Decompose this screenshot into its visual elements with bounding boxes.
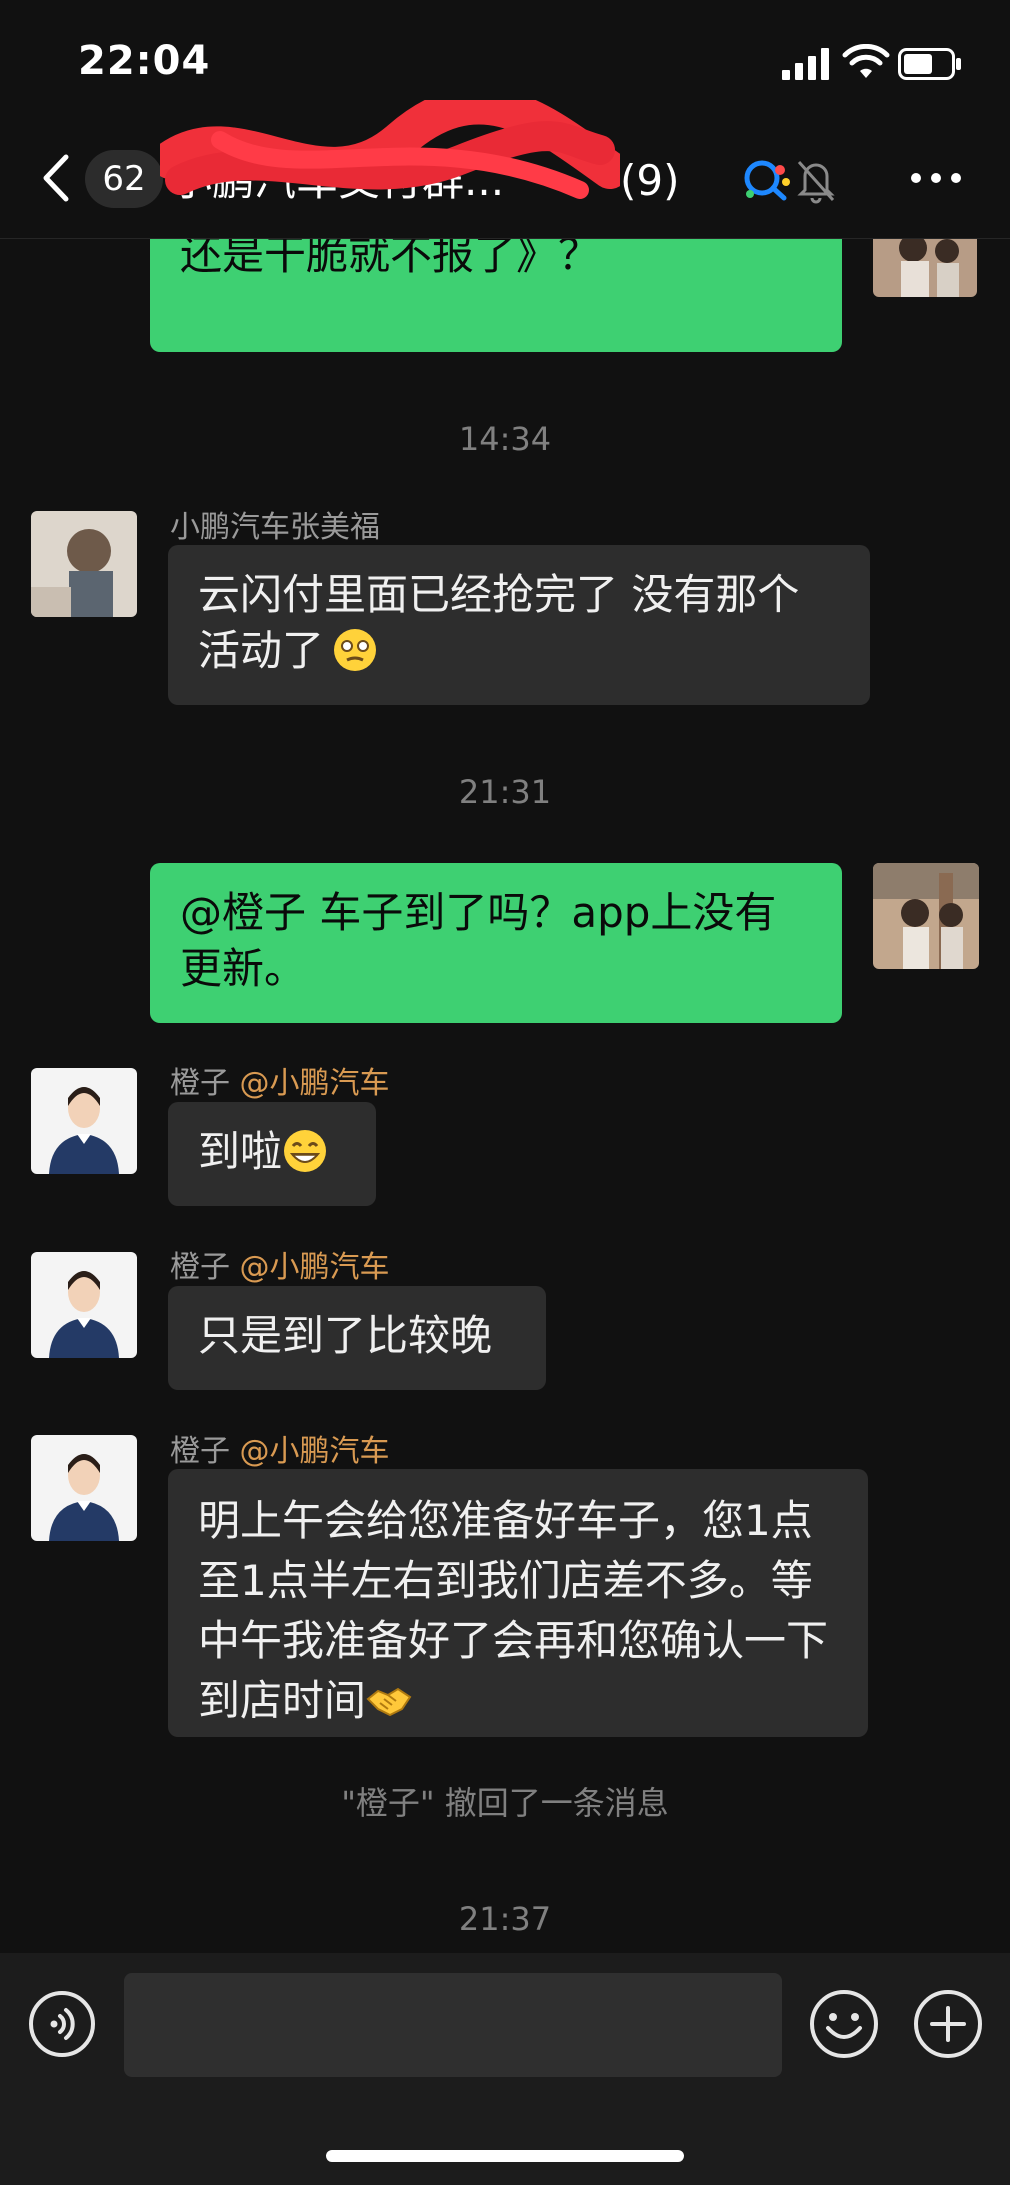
message-input[interactable] xyxy=(124,1973,782,2077)
message-text: 明上午会给您准备好车子，您1点至1点半左右到我们店差不多。等中午我准备好了会再和… xyxy=(198,1496,829,1725)
home-indicator xyxy=(326,2150,684,2162)
battery-icon xyxy=(898,48,961,80)
message-bubble[interactable]: 云闪付里面已经抢完了 没有那个活动了 xyxy=(168,545,870,705)
bell-off-icon[interactable] xyxy=(795,156,837,204)
sender-tag: @小鹏汽车 xyxy=(239,1250,390,1285)
sender-name: 橙子 @小鹏汽车 xyxy=(170,1242,390,1286)
grin-emoji-icon xyxy=(284,1130,327,1172)
time-separator: 14:34 xyxy=(458,420,552,458)
avatar[interactable] xyxy=(31,1435,137,1541)
sender-tag: @小鹏汽车 xyxy=(239,1434,390,1469)
message-text: @橙子 车子到了吗？app上没有更新。 xyxy=(180,888,777,993)
sender-tag: @小鹏汽车 xyxy=(239,1066,390,1101)
redaction-scribble xyxy=(160,100,620,199)
plus-icon[interactable] xyxy=(912,1988,984,2060)
sender-name: 橙子 @小鹏汽车 xyxy=(170,1058,390,1102)
message-text: 只是到了比较晚 xyxy=(198,1311,493,1360)
chevron-left-icon[interactable] xyxy=(40,153,74,203)
time-separator: 21:31 xyxy=(458,773,552,811)
avatar[interactable] xyxy=(31,1068,137,1174)
avatar[interactable] xyxy=(31,511,137,617)
recall-notice: "橙子" 撤回了一条消息 xyxy=(341,1784,669,1822)
message-text: 云闪付里面已经抢完了 没有那个活动了 xyxy=(198,570,800,675)
sender-name-text: 橙子 xyxy=(170,1434,230,1469)
wifi-icon xyxy=(842,44,890,78)
member-count: (9) xyxy=(620,156,680,205)
sender-name-text: 橙子 xyxy=(170,1250,230,1285)
more-icon[interactable] xyxy=(910,168,962,188)
message-text: 到啦 xyxy=(198,1127,283,1176)
message-bubble-self[interactable]: @橙子 车子到了吗？app上没有更新。 xyxy=(150,863,842,1023)
avatar-self[interactable] xyxy=(873,863,979,969)
dizzy-face-emoji-icon xyxy=(334,629,377,671)
message-bubble[interactable]: 只是到了比较晚 xyxy=(168,1286,546,1390)
smile-icon[interactable] xyxy=(808,1988,880,2060)
qq-icon[interactable] xyxy=(740,158,792,202)
sender-name: 小鹏汽车张美福 xyxy=(170,510,380,545)
handshake-emoji-icon xyxy=(366,1687,412,1717)
message-bubble[interactable]: 明上午会给您准备好车子，您1点至1点半左右到我们店差不多。等中午我准备好了会再和… xyxy=(168,1469,868,1737)
unread-badge[interactable]: 62 xyxy=(85,150,163,208)
header-divider xyxy=(0,238,1010,239)
message-bubble[interactable]: 到啦 xyxy=(168,1102,376,1206)
status-time: 22:04 xyxy=(78,38,211,84)
avatar[interactable] xyxy=(31,1252,137,1358)
voice-icon[interactable] xyxy=(28,1990,96,2058)
signal-icon xyxy=(782,48,829,80)
sender-name: 橙子 @小鹏汽车 xyxy=(170,1426,390,1470)
time-separator: 21:37 xyxy=(458,1900,552,1938)
sender-name-text: 橙子 xyxy=(170,1066,230,1101)
